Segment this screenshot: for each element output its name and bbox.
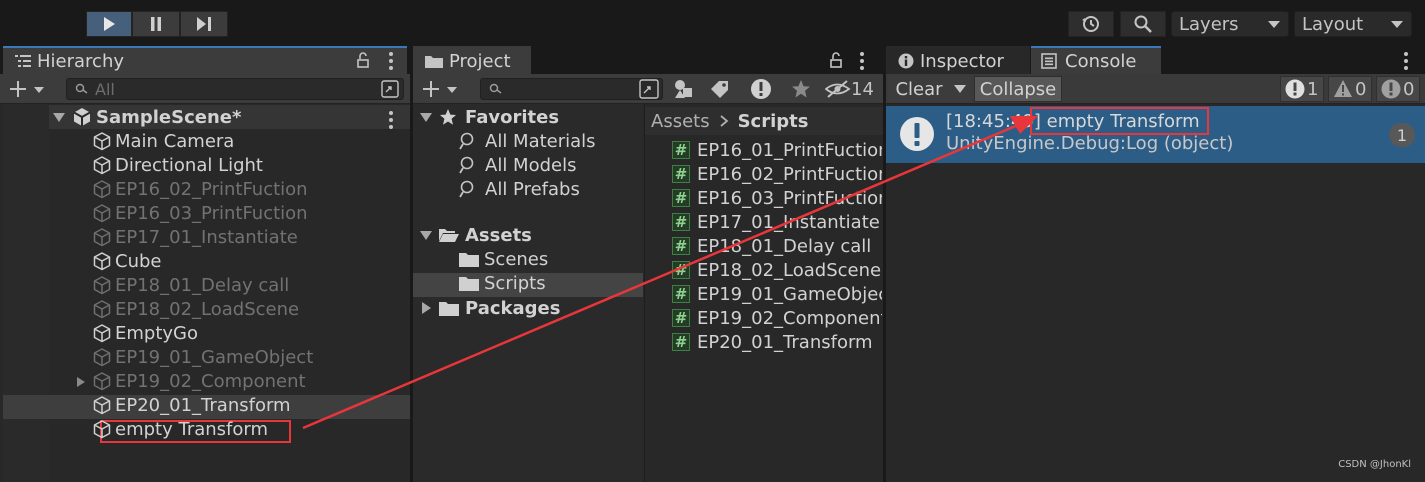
hierarchy-item-label: Directional Light [115, 154, 263, 176]
hierarchy-item[interactable]: EP17_01_Instantiate [92, 225, 298, 249]
gameobject-cube-icon [93, 204, 111, 223]
hierarchy-item-label: EP17_01_Instantiate [115, 226, 298, 248]
hierarchy-item-label: EP19_02_Component [115, 370, 306, 392]
hierarchy-item[interactable]: Main Camera [92, 129, 234, 153]
hierarchy-item[interactable]: Directional Light [92, 153, 263, 177]
collapsed-arrow-icon[interactable] [76, 376, 86, 388]
hierarchy-item[interactable]: EP16_03_PrintFuction [92, 201, 308, 225]
hierarchy-item-label: EmptyGo [115, 322, 199, 344]
hierarchy-item-label: Cube [115, 250, 162, 272]
hierarchy-item[interactable]: empty Transform [92, 417, 268, 441]
hierarchy-item-label: EP18_01_Delay call [115, 274, 290, 296]
gameobject-cube-icon [93, 252, 111, 271]
gameobject-cube-icon [93, 180, 111, 199]
gameobject-cube-icon [93, 420, 111, 439]
hierarchy-item[interactable]: EP16_02_PrintFuction [92, 177, 308, 201]
gameobject-cube-icon [93, 396, 111, 415]
gameobject-cube-icon [93, 132, 111, 151]
hierarchy-item-label: EP18_02_LoadScene [115, 298, 300, 320]
hierarchy-item[interactable]: EP20_01_Transform [92, 393, 291, 417]
gameobject-cube-icon [93, 372, 111, 391]
hierarchy-item-label: EP16_02_PrintFuction [115, 178, 308, 200]
hierarchy-item[interactable]: Cube [92, 249, 161, 273]
hierarchy-item-label: EP20_01_Transform [115, 394, 291, 416]
gameobject-cube-icon [93, 300, 111, 319]
hierarchy-item[interactable]: EmptyGo [92, 321, 198, 345]
hierarchy-item[interactable]: EP18_01_Delay call [92, 273, 289, 297]
hierarchy-item-label: empty Transform [115, 418, 268, 440]
hierarchy-item-label: EP19_01_GameObject [115, 346, 314, 368]
hierarchy-item[interactable]: EP19_01_GameObject [92, 345, 313, 369]
gameobject-cube-icon [93, 156, 111, 175]
hierarchy-item[interactable]: EP18_02_LoadScene [92, 297, 299, 321]
gameobject-cube-icon [93, 228, 111, 247]
gameobject-cube-icon [93, 324, 111, 343]
hierarchy-item[interactable]: EP19_02_Component [92, 369, 306, 393]
gameobject-cube-icon [93, 348, 111, 367]
hierarchy-item-label: EP16_03_PrintFuction [115, 202, 308, 224]
gameobject-cube-icon [93, 276, 111, 295]
hierarchy-item-label: Main Camera [115, 130, 235, 152]
